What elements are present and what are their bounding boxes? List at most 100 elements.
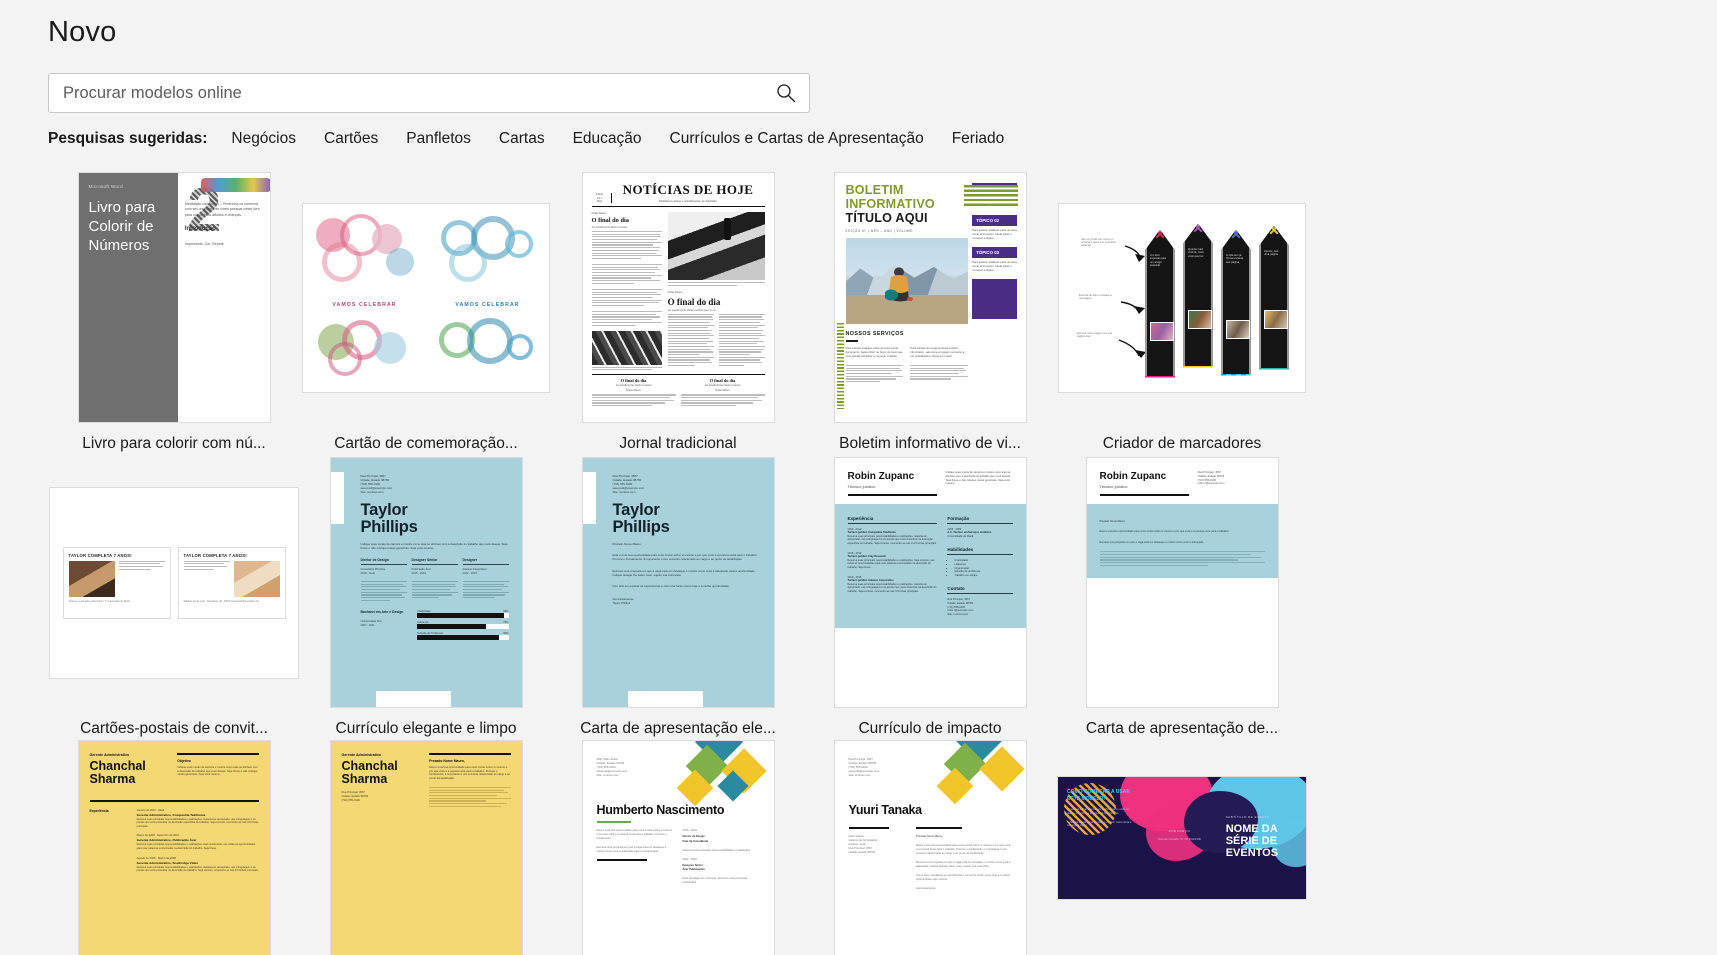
white-accent-bottom bbox=[627, 691, 703, 707]
swirl-art-pink-2 bbox=[312, 318, 417, 380]
template-card-newspaper[interactable]: Edição Vol 1 Hoje NOTÍCIAS DE HOJE Últimas… bbox=[552, 170, 804, 455]
zupanc-cover-p2: Escreva uma proposta em que a vaga está … bbox=[1099, 540, 1204, 544]
resume-col-sub-3: Adesivo Corporativo 2012 - 2015 bbox=[462, 568, 487, 576]
suggested-link-feriado[interactable]: Feriado bbox=[952, 130, 1005, 148]
template-thumbnail[interactable]: Gerente Administrativo Chanchal Sharma O… bbox=[48, 740, 300, 955]
template-card-cover-letter-yellow[interactable]: Gerente Administrativo Chanchal Sharma R… bbox=[300, 740, 552, 955]
template-thumbnail[interactable]: BOLETIM INFORMATIVO TÍTULO AQUI EDIÇÃO N… bbox=[804, 170, 1056, 425]
white-accent-left bbox=[330, 472, 344, 524]
template-thumbnail[interactable]: Rua Principal, 4567 Cidade, Estado 98765… bbox=[552, 455, 804, 710]
newsletter-filler-left bbox=[845, 365, 904, 383]
bookmark-3: ✕ A vida tem já forma encanta aos página bbox=[1221, 229, 1251, 376]
template-card-event-flyer[interactable]: COMO COMEÇAR A USAR ESTE MODELO? É possí… bbox=[1056, 740, 1308, 920]
template-card-newsletter[interactable]: BOLETIM INFORMATIVO TÍTULO AQUI EDIÇÃO N… bbox=[804, 170, 1056, 455]
newspaper-byline-2: Nome Mauro bbox=[667, 290, 683, 294]
newsletter-filler-right bbox=[910, 365, 969, 380]
template-thumbnail[interactable]: Rua Principal, 4567 Cidade, Estado 98765… bbox=[804, 740, 1056, 955]
search-icon[interactable] bbox=[775, 82, 797, 104]
template-thumbnail[interactable]: Robin Zupanc Técnico jurídico Rua Princi… bbox=[1056, 455, 1308, 710]
suggested-searches: Pesquisas sugeridas: Negócios Cartões Pa… bbox=[48, 130, 1669, 148]
newspaper-footer-by-1: Nome Mauro bbox=[626, 389, 641, 393]
zupanc-edu-body: Universidade de Maçã bbox=[947, 534, 974, 538]
template-card-resume-zupanc[interactable]: Robin Zupanc Técnico jurídico Indique su… bbox=[804, 455, 1056, 740]
template-thumbnail[interactable]: Gerente Administrativo Chanchal Sharma R… bbox=[300, 740, 552, 955]
resume-education-head: Bacharel em Arte e Design bbox=[360, 609, 404, 614]
template-thumbnail[interactable]: Microsoft Word Livro para Colorir de Núm… bbox=[48, 170, 300, 425]
template-thumbnail[interactable]: VAMOS CELEBRAR VAMOS CELEBRAR bbox=[300, 170, 552, 425]
suggested-link-cartas[interactable]: Cartas bbox=[499, 130, 545, 148]
diamonds-p2: Escreva uma proposta em que a vaga está … bbox=[596, 845, 667, 853]
bookmark-4: ✕ Aponte, leia uma página bbox=[1259, 225, 1289, 370]
resume-education-sub: Universidade Ocir 2007 - 2011 bbox=[360, 619, 382, 627]
resume-col-head-1: Diretor de Design bbox=[360, 558, 407, 566]
newspaper-body-lines-2 bbox=[591, 263, 662, 284]
yellow-cover-role: Gerente Administrativo bbox=[341, 753, 382, 757]
template-card-resume-teal[interactable]: Rua Principal, 4567 Cidade, Estado 98765… bbox=[300, 455, 552, 740]
postcard-body-2: Sábado, 12 de maio · Rua Norte, 45 · RSV… bbox=[183, 599, 260, 603]
template-thumbnail[interactable]: Edição Vol 1 Hoje NOTÍCIAS DE HOJE Últimas… bbox=[552, 170, 804, 425]
suggested-link-cartoes[interactable]: Cartões bbox=[324, 130, 378, 148]
template-card-celebration[interactable]: VAMOS CELEBRAR VAMOS CELEBRAR Cartão de … bbox=[300, 170, 552, 455]
event-series-line3: EVENTOS bbox=[1225, 847, 1279, 859]
template-card-cover-letter-diamonds-2[interactable]: Rua Principal, 4567 Cidade, Estado 98765… bbox=[804, 740, 1056, 955]
cover-letter-teal-preview: Rua Principal, 4567 Cidade, Estado 98765… bbox=[581, 457, 775, 708]
zupanc-contact-body: Rua Principal, 4567 Cidade, Estado 98765… bbox=[947, 598, 974, 616]
template-thumbnail[interactable]: Use um fundo com cores ou texturas e dei… bbox=[1056, 170, 1308, 425]
template-card-cover-letter-zupanc[interactable]: Robin Zupanc Técnico jurídico Rua Princi… bbox=[1056, 455, 1308, 740]
diamonds-c2-sub-2: Ácer Publicações bbox=[682, 868, 705, 872]
template-thumbnail[interactable]: Robin Zupanc Técnico jurídico Indique su… bbox=[804, 455, 1056, 710]
diamonds2-p2: Escreva uma proposta em que a vaga está … bbox=[916, 861, 1011, 868]
template-thumbnail[interactable]: COMO COMEÇAR A USAR ESTE MODELO? É possí… bbox=[1056, 740, 1308, 920]
template-thumbnail[interactable]: TAYLOR COMPLETA 7 ANOS! Junte-se a nós p… bbox=[48, 455, 300, 710]
suggested-link-panfletos[interactable]: Panfletos bbox=[406, 130, 471, 148]
template-caption: Boletim informativo de vi... bbox=[839, 435, 1021, 452]
celebration-card-preview: VAMOS CELEBRAR VAMOS CELEBRAR bbox=[302, 202, 550, 393]
template-card-cover-letter-diamonds[interactable]: 4567 Main Street Cidade, Estado 98765 (7… bbox=[552, 740, 804, 955]
zupanc-cover-address: Rua Principal, 4567 Cidade, Estado 98765… bbox=[1197, 471, 1225, 486]
zupanc-cover-role: Técnico jurídico bbox=[1099, 484, 1128, 489]
search-input[interactable] bbox=[61, 82, 775, 104]
diamonds2-greeting: Prezado Nome Mauro, bbox=[916, 835, 944, 839]
diamonds-c2-title-1: Diretor de Design bbox=[682, 834, 705, 838]
newspaper-photo-main bbox=[667, 212, 765, 280]
diamonds-name: Humberto Nascimento bbox=[596, 803, 725, 817]
newsletter-topic-body-2: Para efetuar qualquer parte do texto nes… bbox=[972, 228, 1018, 240]
suggested-link-negocios[interactable]: Negócios bbox=[231, 130, 296, 148]
template-card-postcards[interactable]: TAYLOR COMPLETA 7 ANOS! Junte-se a nós p… bbox=[48, 455, 300, 740]
suggested-link-curriculos[interactable]: Currículos e Cartas de Apresentação bbox=[670, 130, 924, 148]
newsletter-body-right: Para efetuar as imagens deste boletim in… bbox=[910, 346, 965, 358]
diamonds2-recipient: Nome Mauro Gerente de Contratação Contos… bbox=[848, 835, 878, 855]
newsletter-services-head: NOSSOS SERVIÇOS bbox=[845, 331, 904, 337]
page-title: Novo bbox=[48, 16, 117, 48]
cover-closing: Atenciosamente, Taylor Phillips bbox=[612, 597, 635, 606]
search-box[interactable] bbox=[48, 73, 810, 113]
template-thumbnail[interactable]: Rua Principal, 4567 Cidade, Estado 98765… bbox=[300, 455, 552, 710]
template-card-coloring-book[interactable]: Microsoft Word Livro para Colorir de Núm… bbox=[48, 170, 300, 455]
template-card-cover-letter-teal[interactable]: Rua Principal, 4567 Cidade, Estado 98765… bbox=[552, 455, 804, 740]
resume-col-head-2: Designer Sênior bbox=[411, 558, 458, 566]
celebration-label-left: VAMOS CELEBRAR bbox=[332, 301, 397, 308]
template-caption: Jornal tradicional bbox=[619, 435, 737, 452]
yellow-cover-address: Rua Principal, 4567 Cidade, Estado 98765… bbox=[341, 791, 369, 802]
masthead-box: Edição Vol 1 Hoje bbox=[592, 193, 612, 203]
diamonds2-p1: Esta é uma boa oportunidade para você co… bbox=[916, 844, 1011, 856]
newspaper-deck-small: As atualizações mais recentes bbox=[591, 225, 628, 229]
newspaper-tagline: Últimas notícias e atualizações do Insti… bbox=[658, 199, 718, 203]
newspaper-footer-deck-1: As atualizações mais recentes bbox=[615, 383, 652, 388]
green-barcode-decoration bbox=[836, 323, 844, 409]
suggested-link-educacao[interactable]: Educação bbox=[573, 130, 642, 148]
cover-paragraph-3: Fico feliz em explicar as experiências e… bbox=[612, 584, 730, 589]
resume-name-line1: Taylor bbox=[360, 501, 408, 519]
cover-address: Rua Principal, 4567 Cidade, Estado 98765… bbox=[612, 474, 645, 494]
zupanc-exp-title-3: Técnico jurídico Adesivo Corporativo bbox=[847, 579, 894, 583]
cover-paragraph-1: Esta é uma boa oportunidade para você co… bbox=[612, 553, 758, 562]
hiker-illustration bbox=[884, 267, 913, 302]
coloring-book-body: Meditação com cores – Preencha os número… bbox=[184, 202, 260, 217]
template-thumbnail[interactable]: 4567 Main Street Cidade, Estado 98765 (7… bbox=[552, 740, 804, 955]
newsletter-title-1: BOLETIM bbox=[845, 183, 904, 197]
template-card-bookmarks[interactable]: Use um fundo com cores ou texturas e dei… bbox=[1056, 170, 1308, 455]
bookmark-photo-4 bbox=[1264, 309, 1288, 329]
template-card-resume-yellow[interactable]: Gerente Administrativo Chanchal Sharma O… bbox=[48, 740, 300, 955]
word-brand-label: Microsoft Word bbox=[88, 184, 123, 189]
newspaper-footer-by-2: Nome Mauro bbox=[715, 389, 730, 393]
